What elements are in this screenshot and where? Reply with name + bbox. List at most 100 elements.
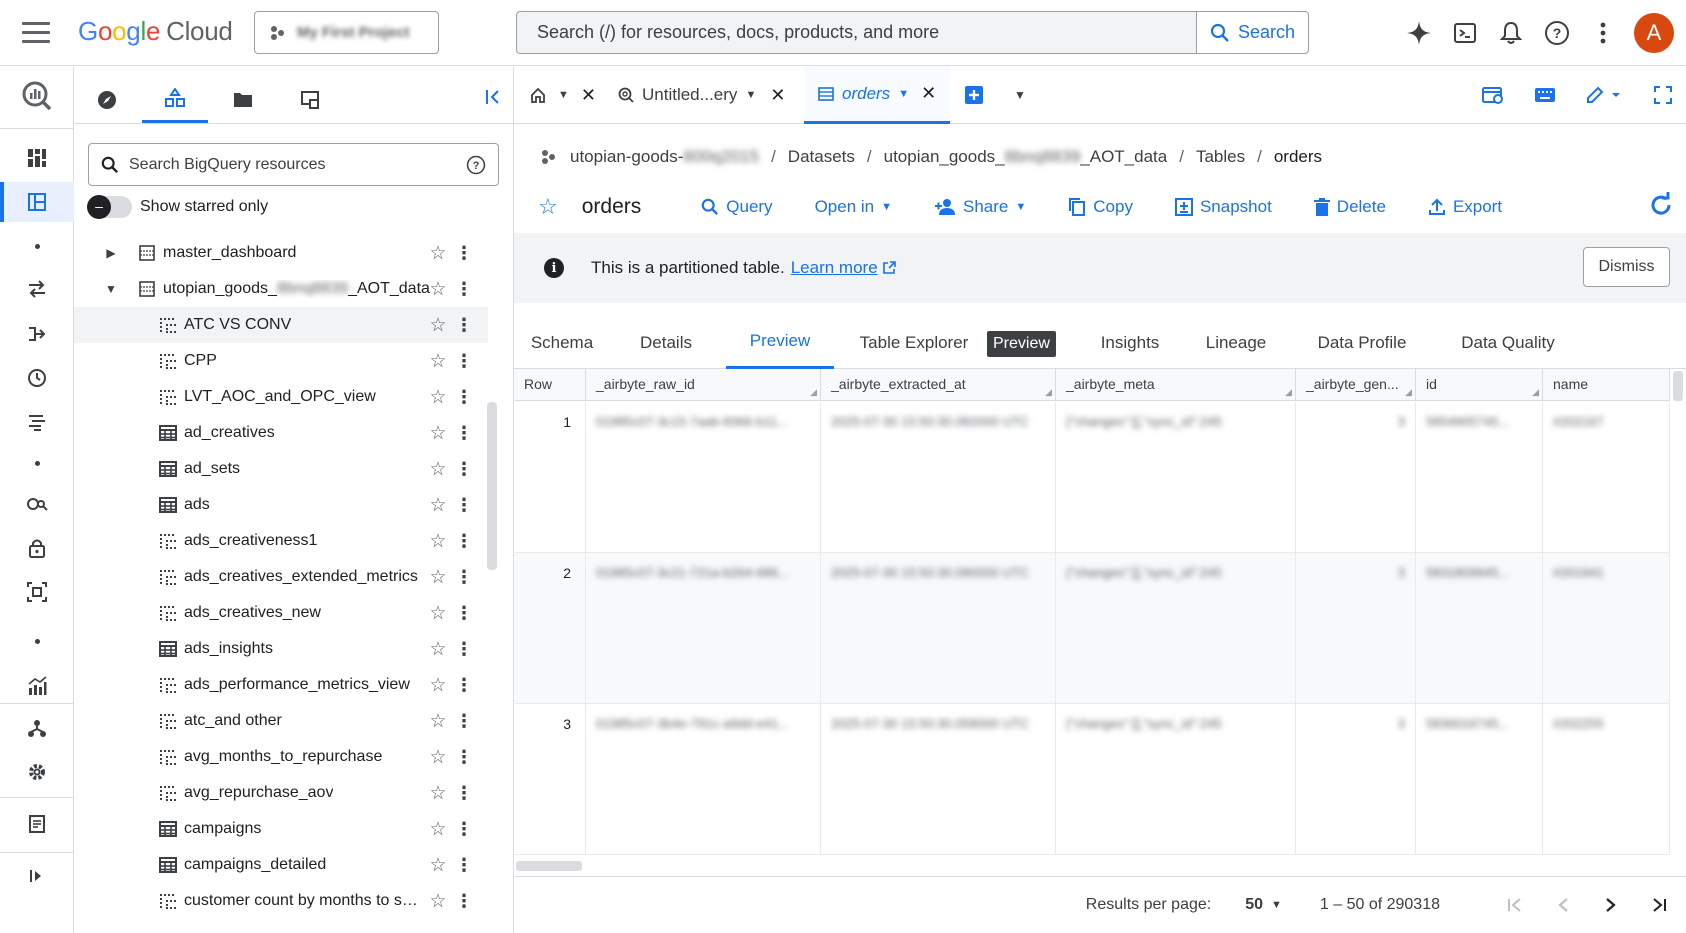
star-icon[interactable]: ☆: [428, 819, 448, 840]
table-cell[interactable]: 01985c07-3b4e-791c-a9dd-e41...: [586, 704, 821, 855]
table-cell[interactable]: {"changes":[],"sync_id":245: [1056, 402, 1296, 553]
table-row[interactable]: ads_creatives_new ☆ ⋮: [74, 595, 488, 631]
overview-icon[interactable]: [0, 138, 74, 178]
table-cell[interactable]: 01985c07-3c15-7aab-8366-b11...: [586, 402, 821, 553]
table-cell[interactable]: {"changes":[],"sync_id":245: [1056, 704, 1296, 855]
tab-overflow-dropdown[interactable]: ▼: [1014, 66, 1026, 124]
table-row[interactable]: ads_insights ☆ ⋮: [74, 631, 488, 667]
star-icon[interactable]: ☆: [428, 351, 448, 372]
column-header[interactable]: _airbyte_meta ◢: [1056, 369, 1296, 401]
more-options-icon[interactable]: ⋮: [454, 351, 474, 371]
tab-untitled-query[interactable]: Untitled...ery ▼ ✕: [618, 66, 785, 124]
pipelines-icon[interactable]: [0, 314, 74, 354]
table-row[interactable]: 2 01985c07-3c21-721a-b264-686... 2025-07-3…: [514, 553, 1670, 704]
more-options-icon[interactable]: ⋮: [454, 315, 474, 335]
table-cell[interactable]: 5854905745...: [1416, 402, 1543, 553]
star-icon[interactable]: ☆: [428, 279, 448, 300]
dataset-row-master-dashboard[interactable]: ▶ master_dashboard ☆ ⋮: [74, 235, 488, 271]
settings-gear-icon[interactable]: [0, 752, 74, 792]
star-icon[interactable]: ☆: [428, 891, 448, 912]
export-button[interactable]: Export: [1428, 197, 1502, 217]
expand-caret-icon[interactable]: ▶: [104, 246, 118, 260]
star-icon[interactable]: ☆: [428, 423, 448, 444]
star-icon[interactable]: ☆: [428, 747, 448, 768]
global-search-input[interactable]: [517, 12, 1196, 53]
edit-layout-icon[interactable]: [1584, 78, 1624, 112]
open-in-new-window-icon[interactable]: [1480, 78, 1506, 112]
previous-page-icon[interactable]: [1550, 892, 1576, 918]
collapse-caret-icon[interactable]: ▼: [104, 282, 118, 296]
star-icon[interactable]: ☆: [428, 639, 448, 660]
star-icon[interactable]: ☆: [428, 459, 448, 480]
star-icon[interactable]: ☆: [428, 315, 448, 336]
breadcrumb-datasets[interactable]: Datasets: [788, 147, 855, 167]
more-options-icon[interactable]: ⋮: [454, 891, 474, 911]
table-cell[interactable]: 2025-07-30 15:50:30.058000 UTC: [821, 704, 1056, 855]
row-number-cell[interactable]: 3: [514, 704, 586, 855]
close-tab-icon[interactable]: ✕: [581, 85, 596, 106]
table-cell[interactable]: 2025-07-30 15:50:30.090000 UTC: [821, 553, 1056, 704]
notifications-bell-icon[interactable]: [1496, 12, 1526, 54]
help-icon[interactable]: ?: [466, 155, 486, 175]
expand-nav-icon[interactable]: [0, 856, 74, 896]
tab-data-profile[interactable]: Data Profile: [1302, 316, 1422, 369]
more-options-icon[interactable]: ⋮: [454, 279, 474, 299]
table-row[interactable]: atc_and other ☆ ⋮: [74, 703, 488, 739]
star-icon[interactable]: ☆: [428, 243, 448, 264]
star-icon[interactable]: ☆: [428, 711, 448, 732]
close-tab-icon[interactable]: ✕: [770, 85, 785, 106]
chevron-down-icon[interactable]: ▼: [898, 88, 909, 100]
more-options-icon[interactable]: ⋮: [454, 819, 474, 839]
last-page-icon[interactable]: [1646, 892, 1672, 918]
breadcrumb-tables[interactable]: Tables: [1196, 147, 1245, 167]
star-icon[interactable]: ☆: [428, 603, 448, 624]
sharing-frame-icon[interactable]: [0, 572, 74, 612]
table-cell[interactable]: 5831809945...: [1416, 553, 1543, 704]
workflows-list-icon[interactable]: [0, 402, 74, 442]
more-options-icon[interactable]: ⋮: [454, 495, 474, 515]
row-number-cell[interactable]: 1: [514, 402, 586, 553]
table-row[interactable]: ATC VS CONV ☆ ⋮: [74, 307, 488, 343]
query-button[interactable]: Query: [701, 197, 773, 217]
scheduled-queries-clock-icon[interactable]: [0, 358, 74, 398]
grid-horizontal-scrollbar[interactable]: [516, 861, 582, 871]
star-icon[interactable]: ☆: [428, 855, 448, 876]
security-lock-icon[interactable]: [0, 528, 74, 568]
explorer-scrollbar[interactable]: [487, 402, 497, 570]
copy-button[interactable]: Copy: [1068, 197, 1133, 217]
user-avatar[interactable]: A: [1634, 13, 1674, 53]
table-cell[interactable]: {"changes":[],"sync_id":245: [1056, 553, 1296, 704]
tab-orders[interactable]: orders ▼ ✕: [804, 66, 951, 124]
table-row[interactable]: ad_creatives ☆ ⋮: [74, 415, 488, 451]
bigquery-logo-icon[interactable]: [0, 76, 74, 116]
table-row[interactable]: avg_months_to_repurchase ☆ ⋮: [74, 739, 488, 775]
star-icon[interactable]: ☆: [428, 567, 448, 588]
more-options-icon[interactable]: ⋮: [454, 783, 474, 803]
table-cell[interactable]: 2025-07-30 15:50:30.082000 UTC: [821, 402, 1056, 553]
search-button[interactable]: Search: [1196, 12, 1308, 53]
shared-resources-icon[interactable]: [278, 76, 344, 123]
collapse-panel-icon[interactable]: [480, 84, 506, 110]
column-header[interactable]: Row: [514, 369, 586, 401]
column-header[interactable]: id ◢: [1416, 369, 1543, 401]
tab-preview[interactable]: Preview: [726, 316, 834, 369]
tab-table-explorer[interactable]: Table Explorer: [854, 316, 974, 369]
more-options-icon[interactable]: ⋮: [454, 639, 474, 659]
next-page-icon[interactable]: [1598, 892, 1624, 918]
dataset-row-utopian-goods[interactable]: ▼ utopian_goods_8bnq8839_AOT_data ☆ ⋮: [74, 271, 488, 307]
data-governance-icon[interactable]: [0, 484, 74, 524]
star-icon[interactable]: ☆: [428, 783, 448, 804]
more-options-icon[interactable]: ⋮: [454, 531, 474, 551]
studio-icon[interactable]: [0, 182, 74, 222]
table-row[interactable]: campaigns_detailed ☆ ⋮: [74, 847, 488, 883]
breadcrumb-dataset[interactable]: utopian_goods_8bnq8839_AOT_data: [884, 147, 1168, 167]
table-row[interactable]: ads_creatives_extended_metrics ☆ ⋮: [74, 559, 488, 595]
table-row[interactable]: ads_creativeness1 ☆ ⋮: [74, 523, 488, 559]
table-cell[interactable]: #202255: [1543, 704, 1670, 855]
first-page-icon[interactable]: [1502, 892, 1528, 918]
more-options-icon[interactable]: ⋮: [454, 747, 474, 767]
dismiss-button[interactable]: Dismiss: [1583, 247, 1670, 287]
chevron-down-icon[interactable]: ▼: [558, 89, 569, 101]
monitoring-chart-icon[interactable]: [0, 666, 74, 706]
google-cloud-logo[interactable]: Google Cloud: [78, 16, 233, 47]
